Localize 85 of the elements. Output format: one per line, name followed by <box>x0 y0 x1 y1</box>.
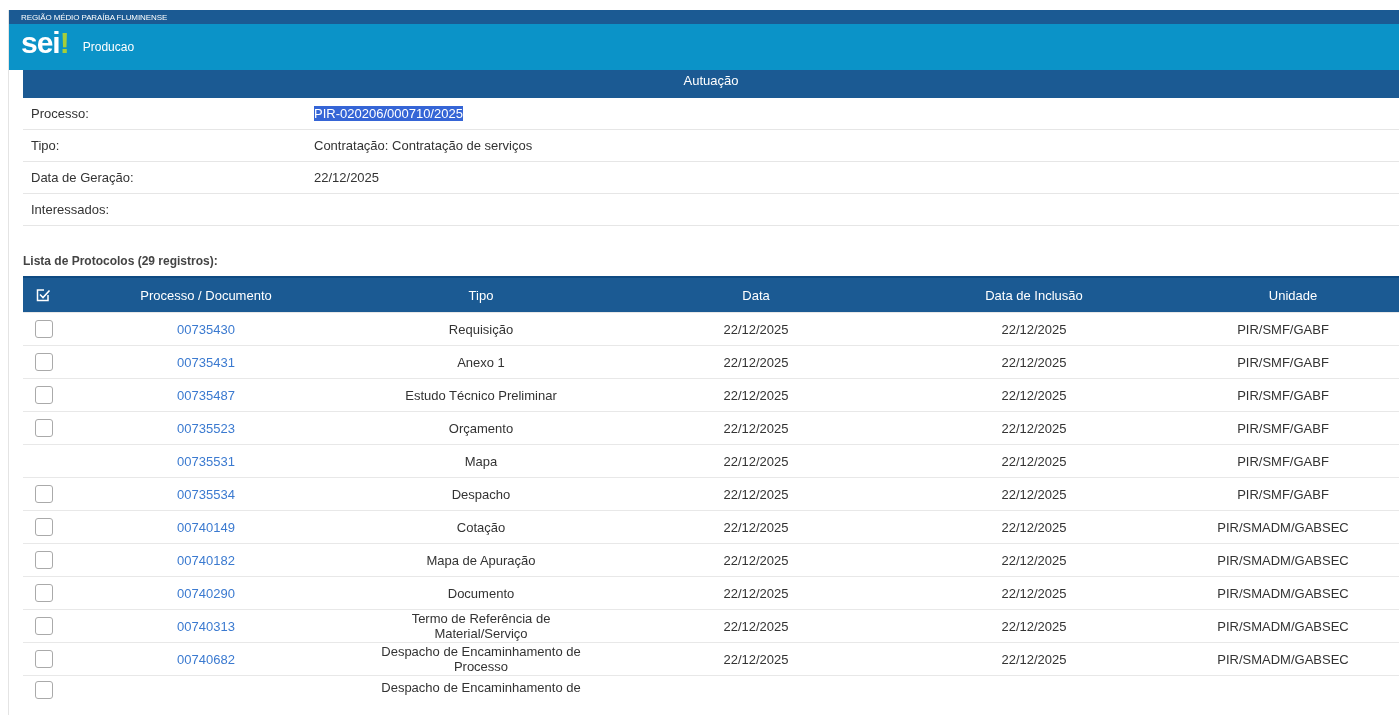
row-checkbox[interactable] <box>35 551 53 569</box>
table-cell: Estudo Técnico Preliminar <box>405 387 557 403</box>
table-cell: Mapa <box>464 453 498 469</box>
table-cell: PIR/SMADM/GABSEC <box>1217 552 1349 568</box>
table-cell: 22/12/2025 <box>1001 420 1067 436</box>
table-cell-text: Termo de Referência de Material/Serviço <box>410 611 552 641</box>
table-cell: 22/12/2025 <box>1001 387 1067 403</box>
field-value: PIR-020206/000710/2025 <box>314 106 463 121</box>
document-link[interactable]: 00740149 <box>177 519 235 535</box>
table-cell: Documento <box>447 585 515 601</box>
table-cell: PIR/SMF/GABF <box>1237 486 1329 502</box>
document-link[interactable]: 00735430 <box>177 321 235 337</box>
table-cell: 22/12/2025 <box>723 552 789 568</box>
column-header[interactable]: Data de Inclusão <box>881 287 1187 303</box>
document-link[interactable]: 00740682 <box>177 651 235 667</box>
sei-logo[interactable]: sei! <box>21 28 69 58</box>
document-link[interactable]: 00735487 <box>177 387 235 403</box>
field-label: Tipo: <box>31 138 61 153</box>
environment-label: Producao <box>82 40 135 54</box>
column-header[interactable]: Tipo <box>331 287 631 303</box>
field-value: Contratação: Contratação de serviços <box>314 138 533 153</box>
table-cell: 22/12/2025 <box>1001 585 1067 601</box>
row-checkbox[interactable] <box>35 518 53 536</box>
row-checkbox[interactable] <box>35 617 53 635</box>
region-name: REGIÃO MÉDIO PARAÍBA FLUMINENSE <box>21 12 168 22</box>
row-checkbox[interactable] <box>35 650 53 668</box>
table-cell: Cotação <box>456 519 506 535</box>
table-cell: 22/12/2025 <box>723 585 789 601</box>
column-header[interactable]: Data <box>631 287 881 303</box>
field-label: Interessados: <box>31 202 111 217</box>
row-checkbox[interactable] <box>35 386 53 404</box>
table-cell: 22/12/2025 <box>723 486 789 502</box>
table-cell: 22/12/2025 <box>723 519 789 535</box>
field-value: 22/12/2025 <box>314 170 380 185</box>
select-all-checkbox-icon[interactable] <box>35 287 51 303</box>
table-cell: 22/12/2025 <box>723 651 789 667</box>
document-link[interactable]: 00735531 <box>177 453 235 469</box>
document-link[interactable]: 00740290 <box>177 585 235 601</box>
table-cell: PIR/SMADM/GABSEC <box>1217 585 1349 601</box>
row-checkbox[interactable] <box>35 320 53 338</box>
row-checkbox[interactable] <box>35 419 53 437</box>
table-cell: Mapa de Apuração <box>426 552 536 568</box>
table-cell: Requisição <box>448 321 514 337</box>
table-cell: 22/12/2025 <box>1001 651 1067 667</box>
column-header[interactable]: Processo / Documento <box>81 287 331 303</box>
table-cell: PIR/SMADM/GABSEC <box>1217 519 1349 535</box>
list-caption: Lista de Protocolos (29 registros): <box>23 254 219 268</box>
table-cell: 22/12/2025 <box>723 618 789 634</box>
table-cell: 22/12/2025 <box>723 321 789 337</box>
table-cell: PIR/SMF/GABF <box>1237 354 1329 370</box>
document-link[interactable]: 00735431 <box>177 354 235 370</box>
table-cell: PIR/SMF/GABF <box>1237 387 1329 403</box>
document-link[interactable]: 00735523 <box>177 420 235 436</box>
table-cell-text: Despacho de Encaminhamento de Processo <box>380 644 582 674</box>
table-cell: Anexo 1 <box>457 354 505 370</box>
table-cell: PIR/SMF/GABF <box>1237 453 1329 469</box>
table-cell: 22/12/2025 <box>723 420 789 436</box>
row-checkbox[interactable] <box>35 353 53 371</box>
row-checkbox[interactable] <box>35 485 53 503</box>
field-label: Data de Geração: <box>31 170 135 185</box>
table-cell: 22/12/2025 <box>1001 354 1067 370</box>
table-cell: 22/12/2025 <box>723 387 789 403</box>
table-cell: PIR/SMADM/GABSEC <box>1217 618 1349 634</box>
table-cell: Despacho de Encaminhamento de <box>381 680 581 695</box>
table-cell: 22/12/2025 <box>1001 486 1067 502</box>
table-cell: 22/12/2025 <box>1001 552 1067 568</box>
table-cell: 22/12/2025 <box>1001 453 1067 469</box>
column-header[interactable]: Unidade <box>1187 287 1399 303</box>
section-title: Autuação <box>23 70 1399 98</box>
table-cell: PIR/SMF/GABF <box>1237 321 1329 337</box>
document-link[interactable]: 00740313 <box>177 618 235 634</box>
table-cell: 22/12/2025 <box>723 453 789 469</box>
table-cell: PIR/SMF/GABF <box>1237 420 1329 436</box>
table-cell: Despacho <box>451 486 511 502</box>
table-cell: 22/12/2025 <box>723 354 789 370</box>
table-cell: PIR/SMADM/GABSEC <box>1217 651 1349 667</box>
table-cell: Orçamento <box>448 420 514 436</box>
table-cell: 22/12/2025 <box>1001 519 1067 535</box>
document-link[interactable]: 00740182 <box>177 552 235 568</box>
field-label: Processo: <box>31 106 90 121</box>
document-link[interactable]: 00735534 <box>177 486 235 502</box>
table-cell: 22/12/2025 <box>1001 618 1067 634</box>
row-checkbox[interactable] <box>35 584 53 602</box>
row-checkbox[interactable] <box>35 681 53 699</box>
table-cell: 22/12/2025 <box>1001 321 1067 337</box>
